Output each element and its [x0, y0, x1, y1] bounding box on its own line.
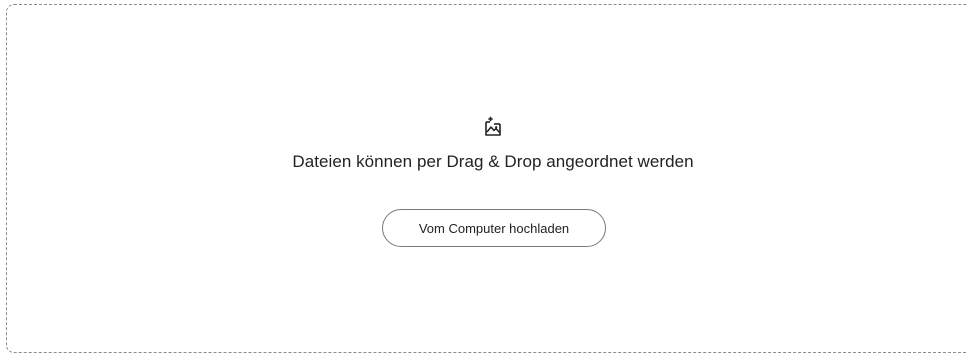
file-dropzone[interactable] — [6, 4, 968, 353]
add-image-icon — [485, 116, 501, 136]
dropzone-headline: Dateien können per Drag & Drop angeordne… — [292, 152, 694, 171]
upload-from-computer-button[interactable]: Vom Computer hochladen — [382, 209, 606, 247]
